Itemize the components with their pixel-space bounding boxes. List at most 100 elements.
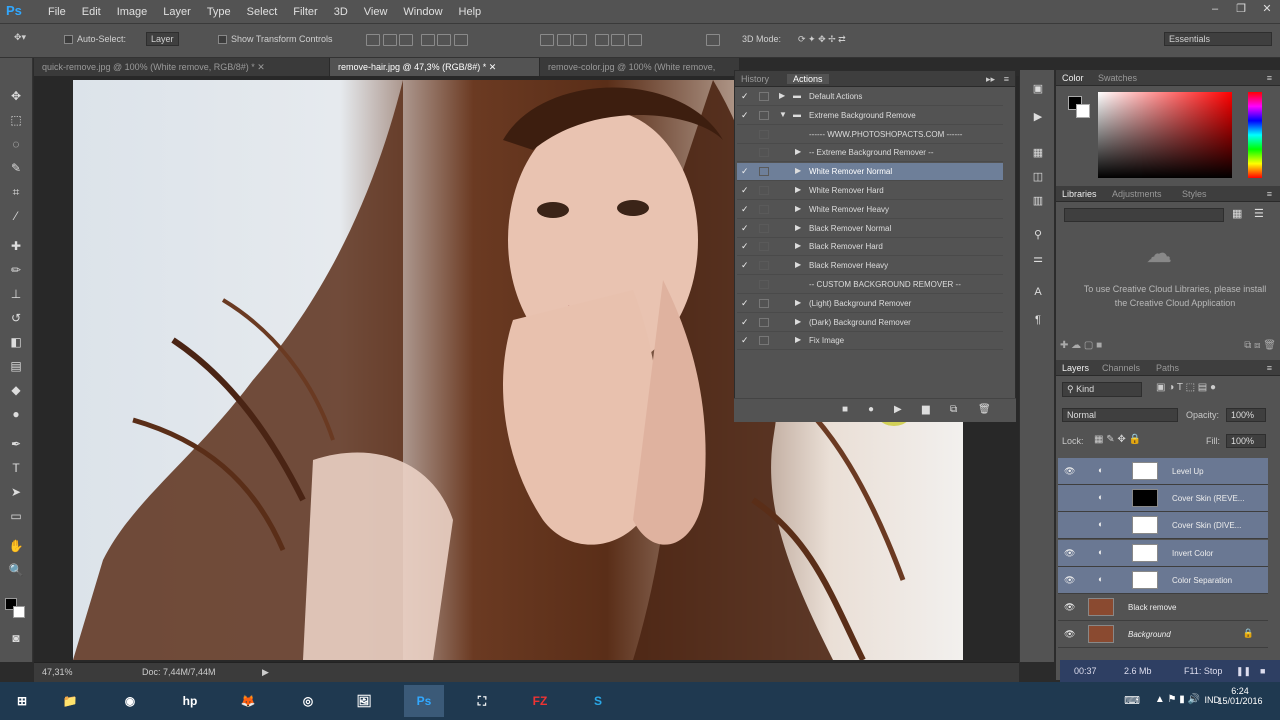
dialog-toggle-icon[interactable]	[759, 186, 769, 195]
crop-tool-icon[interactable]: ⌗	[8, 184, 24, 200]
visibility-eye-icon[interactable]: 👁	[1064, 629, 1075, 640]
action-item[interactable]: ✓ ▶ (Dark) Background Remover	[737, 314, 1003, 332]
panel-menu-icon[interactable]: ≡	[1267, 73, 1272, 83]
dialog-toggle-icon[interactable]	[759, 92, 769, 101]
action-item[interactable]: ✓ ▶ Fix Image	[737, 332, 1003, 351]
brush-tool-icon[interactable]: ✏	[8, 262, 24, 278]
eraser-tool-icon[interactable]: ◧	[8, 334, 24, 350]
menu-filter[interactable]: Filter	[285, 0, 325, 24]
quick-mask-icon[interactable]: ◙	[8, 630, 24, 646]
expand-right-icon[interactable]: ▶	[795, 204, 801, 213]
dialog-toggle-icon[interactable]	[759, 336, 769, 346]
menu-file[interactable]: File	[40, 0, 74, 24]
tab-color[interactable]: Color	[1062, 73, 1084, 83]
stop-icon[interactable]: ■	[1260, 666, 1265, 676]
expand-right-icon[interactable]: ▶	[795, 335, 801, 344]
library-dropdown[interactable]	[1064, 208, 1224, 222]
dialog-toggle-icon[interactable]	[759, 129, 769, 139]
file-explorer-icon[interactable]: 📁	[50, 685, 90, 717]
expand-right-icon[interactable]: ▶	[795, 298, 801, 307]
healing-tool-icon[interactable]: ✚	[8, 238, 24, 254]
auto-align-icon[interactable]	[706, 34, 720, 48]
filezilla-icon[interactable]: FZ	[520, 685, 560, 717]
history-icon[interactable]: ▣	[1030, 82, 1046, 98]
visibility-eye-icon[interactable]: 👁	[1064, 602, 1075, 613]
expand-right-icon[interactable]: ▶	[795, 241, 801, 250]
3d-mode-icons[interactable]: ⟳ ✦ ✥ ✢ ⇄	[798, 34, 846, 45]
expand-right-icon[interactable]: ▶	[795, 317, 801, 326]
expand-right-icon[interactable]: ▶	[795, 166, 801, 175]
action-item[interactable]: ✓ ▶ White Remover Hard	[737, 182, 1003, 200]
tool-preset-icon[interactable]: ⚲	[1030, 228, 1046, 244]
menu-help[interactable]: Help	[451, 0, 490, 24]
close-icon[interactable]: ✕	[257, 62, 265, 72]
dodge-tool-icon[interactable]: ●	[8, 406, 24, 422]
restore-button[interactable]: ❐	[1228, 0, 1254, 18]
pause-icon[interactable]: ❚❚	[1236, 666, 1251, 677]
collapse-icon[interactable]: ▸▸	[986, 74, 995, 85]
new-action-icon[interactable]: ⧉	[950, 404, 957, 415]
new-set-icon[interactable]: ▆	[922, 404, 930, 415]
libraries-footer-icons[interactable]: ✚ ☁ ▢ ■ ⧉ ⧈ 🗑	[1060, 340, 1276, 351]
blend-mode-dropdown[interactable]: Normal	[1062, 408, 1178, 422]
hue-slider[interactable]	[1248, 92, 1262, 178]
panel-menu-icon[interactable]: ≡	[1004, 74, 1009, 84]
photos-app-icon[interactable]: 🖼	[344, 685, 384, 717]
lock-icons[interactable]: ▦ ✎ ✥ 🔒	[1094, 434, 1141, 445]
stamp-tool-icon[interactable]: ⊥	[8, 286, 24, 302]
menu-view[interactable]: View	[356, 0, 396, 24]
action-item[interactable]: ✓ ▶ ▬ Default Actions	[737, 88, 1003, 106]
stop-icon[interactable]: ■	[842, 404, 848, 415]
brush-preset-icon[interactable]: ▦	[1030, 146, 1046, 162]
move-tool-icon[interactable]: ✥	[8, 88, 24, 104]
action-item[interactable]: ✓ ▶ White Remover Heavy	[737, 201, 1003, 219]
tab-channels[interactable]: Channels	[1102, 363, 1140, 373]
action-item[interactable]: ▶ -- Extreme Background Remover --	[737, 144, 1003, 163]
action-item[interactable]: ✓ ▶ (Light) Background Remover	[737, 295, 1003, 313]
tab-history[interactable]: History	[741, 74, 769, 84]
layer-kind-filter[interactable]: ⚲ Kind	[1062, 382, 1142, 397]
menu-select[interactable]: Select	[239, 0, 286, 24]
layer-row[interactable]: 👁 ◐ Invert Color	[1058, 539, 1268, 567]
panel-menu-icon[interactable]: ≡	[1267, 363, 1272, 373]
doc-tab-remove-hair[interactable]: remove-hair.jpg @ 47,3% (RGB/8#) * ✕	[330, 58, 540, 76]
dialog-toggle-icon[interactable]	[759, 204, 769, 214]
tray-icons[interactable]: ▲ ⚑ ▮ 🔊	[1155, 694, 1200, 705]
gradient-tool-icon[interactable]: ▤	[8, 358, 24, 374]
dialog-toggle-icon[interactable]	[759, 317, 769, 327]
background-color-swatch[interactable]	[13, 606, 25, 618]
webcam-app-icon[interactable]: ◉	[110, 685, 150, 717]
menu-layer[interactable]: Layer	[155, 0, 199, 24]
history-brush-tool-icon[interactable]: ↺	[8, 310, 24, 326]
tab-adjustments[interactable]: Adjustments	[1112, 189, 1162, 199]
chrome-icon[interactable]: ◎	[288, 685, 328, 717]
grid-view-icon[interactable]: ▦	[1232, 207, 1242, 220]
skype-icon[interactable]: S	[578, 685, 618, 717]
color-field[interactable]	[1098, 92, 1232, 178]
action-item[interactable]: ------ WWW.PHOTOSHOPACTS.COM ------	[737, 126, 1003, 144]
tab-paths[interactable]: Paths	[1156, 363, 1179, 373]
toggle-check-icon[interactable]: ✓	[741, 335, 751, 346]
toggle-check-icon[interactable]: ✓	[741, 91, 751, 102]
action-item[interactable]: ✓ ▶ White Remover Normal	[737, 163, 1003, 182]
start-button[interactable]: ⊞	[2, 685, 42, 717]
toggle-check-icon[interactable]: ✓	[741, 317, 751, 328]
toggle-check-icon[interactable]: ✓	[741, 241, 751, 252]
doc-tab-remove-color[interactable]: remove-color.jpg @ 100% (White remove, R…	[540, 58, 740, 90]
layer-row[interactable]: 👁 ◐ Level Up	[1058, 458, 1268, 485]
action-item[interactable]: ✓ ▼ ▬ Extreme Background Remove	[737, 107, 1003, 125]
tab-styles[interactable]: Styles	[1182, 189, 1207, 199]
distribute-icons[interactable]	[540, 34, 642, 48]
toggle-check-icon[interactable]: ✓	[741, 260, 751, 271]
close-icon[interactable]: ✕	[489, 62, 497, 72]
clone-source-icon[interactable]: ◫	[1030, 170, 1046, 186]
tab-libraries[interactable]: Libraries	[1062, 189, 1097, 199]
expand-right-icon[interactable]: ▶	[795, 260, 801, 269]
toggle-check-icon[interactable]: ✓	[741, 110, 751, 121]
dialog-toggle-icon[interactable]	[759, 167, 769, 177]
properties-icon[interactable]: ▥	[1030, 194, 1046, 210]
hand-tool-icon[interactable]: ✋	[8, 538, 24, 554]
layer-row[interactable]: 👁 ◐ Color Separation	[1058, 566, 1268, 594]
show-transform-checkbox[interactable]: Show Transform Controls	[218, 34, 333, 45]
pen-tool-icon[interactable]: ✒	[8, 436, 24, 452]
